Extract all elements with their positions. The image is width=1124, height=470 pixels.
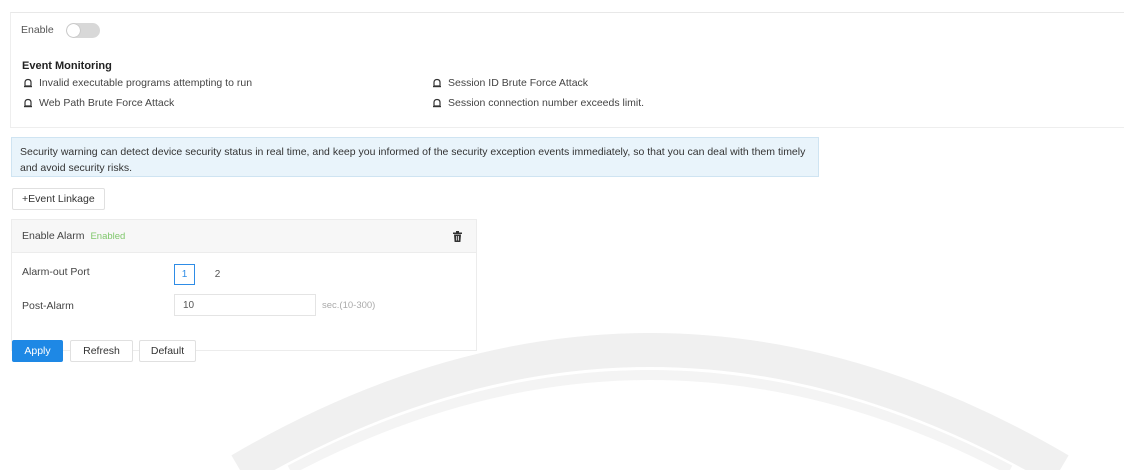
bell-icon xyxy=(432,78,442,88)
enable-label: Enable xyxy=(21,24,54,36)
trash-icon[interactable] xyxy=(453,231,462,242)
alarm-port-2[interactable]: 2 xyxy=(207,264,228,285)
alarm-out-port-label: Alarm-out Port xyxy=(22,266,90,278)
post-alarm-input[interactable] xyxy=(174,294,316,316)
bell-icon xyxy=(432,98,442,108)
enable-row: Enable xyxy=(10,12,1124,47)
event-linkage-card: Enable Alarm Enabled Alarm-out Port 1 2 … xyxy=(11,219,477,351)
event-item: Session connection number exceeds limit. xyxy=(432,97,644,109)
event-item: Session ID Brute Force Attack xyxy=(432,77,588,89)
alarm-port-1[interactable]: 1 xyxy=(174,264,195,285)
event-item-label: Session ID Brute Force Attack xyxy=(448,77,589,89)
event-monitoring-panel: Event Monitoring Invalid executable prog… xyxy=(10,47,1124,128)
enable-alarm-status: Enabled xyxy=(90,230,126,242)
toggle-knob xyxy=(66,23,80,37)
enable-alarm-label: Enable Alarm xyxy=(22,230,85,242)
refresh-button[interactable]: Refresh xyxy=(70,340,133,362)
security-info-box: Security warning can detect device secur… xyxy=(11,137,819,177)
post-alarm-label: Post-Alarm xyxy=(22,300,74,312)
default-button[interactable]: Default xyxy=(139,340,196,362)
linkage-card-header: Enable Alarm Enabled xyxy=(12,220,476,253)
bell-icon xyxy=(23,98,33,108)
apply-button[interactable]: Apply xyxy=(12,340,63,362)
event-item-label: Session connection number exceeds limit. xyxy=(448,97,645,109)
event-item: Invalid executable programs attempting t… xyxy=(23,77,252,89)
event-monitoring-title: Event Monitoring xyxy=(22,60,112,72)
add-event-linkage-button[interactable]: +Event Linkage xyxy=(12,188,105,210)
bell-icon xyxy=(23,78,33,88)
enable-toggle[interactable] xyxy=(65,22,100,38)
event-item-label: Web Path Brute Force Attack xyxy=(39,97,175,109)
event-item-label: Invalid executable programs attempting t… xyxy=(39,77,253,89)
event-item: Web Path Brute Force Attack xyxy=(23,97,174,109)
post-alarm-unit: sec.(10-300) xyxy=(322,300,376,311)
